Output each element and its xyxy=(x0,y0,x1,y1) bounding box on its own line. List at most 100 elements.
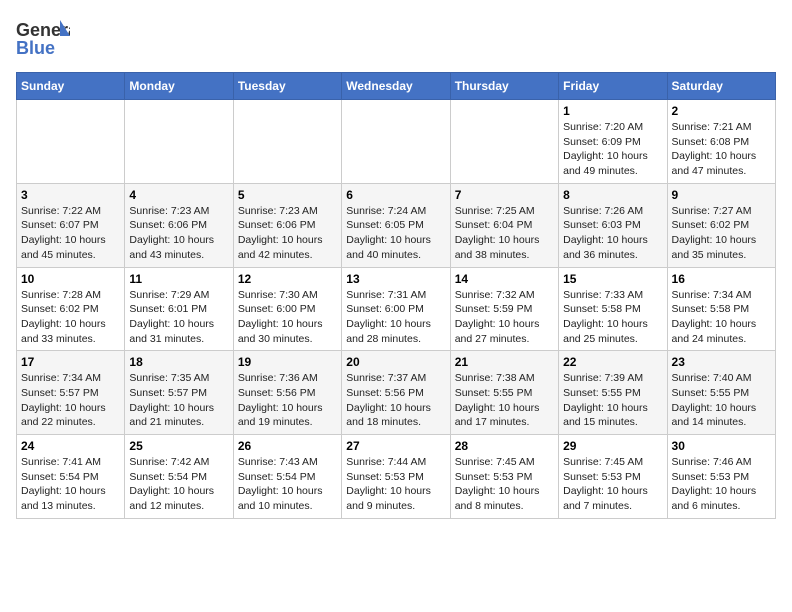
calendar-cell: 9 Sunrise: 7:27 AM Sunset: 6:02 PM Daylig… xyxy=(667,183,775,267)
day-info: Sunrise: 7:24 AM Sunset: 6:05 PM Dayligh… xyxy=(346,204,445,263)
calendar-cell: 25 Sunrise: 7:42 AM Sunset: 5:54 PM Dayli… xyxy=(125,435,233,519)
day-info: Sunrise: 7:34 AM Sunset: 5:57 PM Dayligh… xyxy=(21,371,120,430)
calendar-cell: 26 Sunrise: 7:43 AM Sunset: 5:54 PM Dayli… xyxy=(233,435,341,519)
calendar-cell: 13 Sunrise: 7:31 AM Sunset: 6:00 PM Dayli… xyxy=(342,267,450,351)
day-info: Sunrise: 7:36 AM Sunset: 5:56 PM Dayligh… xyxy=(238,371,337,430)
day-info: Sunrise: 7:29 AM Sunset: 6:01 PM Dayligh… xyxy=(129,288,228,347)
day-number: 22 xyxy=(563,355,662,369)
day-number: 12 xyxy=(238,272,337,286)
day-info: Sunrise: 7:20 AM Sunset: 6:09 PM Dayligh… xyxy=(563,120,662,179)
logo: General Blue xyxy=(16,16,70,60)
day-number: 8 xyxy=(563,188,662,202)
calendar-cell: 27 Sunrise: 7:44 AM Sunset: 5:53 PM Dayli… xyxy=(342,435,450,519)
calendar-cell xyxy=(342,100,450,184)
calendar-day-header: Tuesday xyxy=(233,73,341,100)
calendar-day-header: Friday xyxy=(559,73,667,100)
day-info: Sunrise: 7:46 AM Sunset: 5:53 PM Dayligh… xyxy=(672,455,771,514)
calendar-cell xyxy=(17,100,125,184)
calendar-cell: 8 Sunrise: 7:26 AM Sunset: 6:03 PM Daylig… xyxy=(559,183,667,267)
page-header: General Blue xyxy=(16,16,776,60)
calendar-cell xyxy=(450,100,558,184)
day-number: 23 xyxy=(672,355,771,369)
day-info: Sunrise: 7:37 AM Sunset: 5:56 PM Dayligh… xyxy=(346,371,445,430)
calendar-cell: 20Sunrise: 7:37 AM Sunset: 5:56 PM Dayli… xyxy=(342,351,450,435)
calendar-cell: 29 Sunrise: 7:45 AM Sunset: 5:53 PM Dayli… xyxy=(559,435,667,519)
day-number: 13 xyxy=(346,272,445,286)
calendar-week-row: 3 Sunrise: 7:22 AM Sunset: 6:07 PM Daylig… xyxy=(17,183,776,267)
calendar-cell: 2 Sunrise: 7:21 AM Sunset: 6:08 PM Daylig… xyxy=(667,100,775,184)
day-number: 4 xyxy=(129,188,228,202)
calendar-cell: 5Sunrise: 7:23 AM Sunset: 6:06 PM Daylig… xyxy=(233,183,341,267)
day-info: Sunrise: 7:33 AM Sunset: 5:58 PM Dayligh… xyxy=(563,288,662,347)
day-info: Sunrise: 7:42 AM Sunset: 5:54 PM Dayligh… xyxy=(129,455,228,514)
calendar-cell: 24Sunrise: 7:41 AM Sunset: 5:54 PM Dayli… xyxy=(17,435,125,519)
day-number: 1 xyxy=(563,104,662,118)
calendar-cell: 12 Sunrise: 7:30 AM Sunset: 6:00 PM Dayli… xyxy=(233,267,341,351)
calendar-cell xyxy=(233,100,341,184)
day-number: 14 xyxy=(455,272,554,286)
day-number: 26 xyxy=(238,439,337,453)
calendar-cell: 30 Sunrise: 7:46 AM Sunset: 5:53 PM Dayli… xyxy=(667,435,775,519)
day-number: 6 xyxy=(346,188,445,202)
day-info: Sunrise: 7:27 AM Sunset: 6:02 PM Dayligh… xyxy=(672,204,771,263)
calendar-cell: 18 Sunrise: 7:35 AM Sunset: 5:57 PM Dayli… xyxy=(125,351,233,435)
day-number: 7 xyxy=(455,188,554,202)
calendar-cell: 11 Sunrise: 7:29 AM Sunset: 6:01 PM Dayli… xyxy=(125,267,233,351)
day-info: Sunrise: 7:45 AM Sunset: 5:53 PM Dayligh… xyxy=(455,455,554,514)
day-number: 30 xyxy=(672,439,771,453)
calendar-cell: 16 Sunrise: 7:34 AM Sunset: 5:58 PM Dayli… xyxy=(667,267,775,351)
calendar-cell: 21 Sunrise: 7:38 AM Sunset: 5:55 PM Dayli… xyxy=(450,351,558,435)
day-info: Sunrise: 7:44 AM Sunset: 5:53 PM Dayligh… xyxy=(346,455,445,514)
calendar-day-header: Monday xyxy=(125,73,233,100)
calendar-day-header: Wednesday xyxy=(342,73,450,100)
calendar-cell: 17 Sunrise: 7:34 AM Sunset: 5:57 PM Dayli… xyxy=(17,351,125,435)
day-info: Sunrise: 7:30 AM Sunset: 6:00 PM Dayligh… xyxy=(238,288,337,347)
calendar-cell: 22 Sunrise: 7:39 AM Sunset: 5:55 PM Dayli… xyxy=(559,351,667,435)
day-number: 19 xyxy=(238,355,337,369)
day-info: Sunrise: 7:38 AM Sunset: 5:55 PM Dayligh… xyxy=(455,371,554,430)
day-info: Sunrise: 7:22 AM Sunset: 6:07 PM Dayligh… xyxy=(21,204,120,263)
day-info: Sunrise: 7:39 AM Sunset: 5:55 PM Dayligh… xyxy=(563,371,662,430)
day-number: 3 xyxy=(21,188,120,202)
calendar-day-header: Thursday xyxy=(450,73,558,100)
calendar-cell: 15 Sunrise: 7:33 AM Sunset: 5:58 PM Dayli… xyxy=(559,267,667,351)
calendar-header-row: SundayMondayTuesdayWednesdayThursdayFrid… xyxy=(17,73,776,100)
day-number: 17 xyxy=(21,355,120,369)
day-info: Sunrise: 7:25 AM Sunset: 6:04 PM Dayligh… xyxy=(455,204,554,263)
svg-text:Blue: Blue xyxy=(16,38,55,58)
day-number: 16 xyxy=(672,272,771,286)
calendar-cell: 14Sunrise: 7:32 AM Sunset: 5:59 PM Dayli… xyxy=(450,267,558,351)
calendar-cell: 3 Sunrise: 7:22 AM Sunset: 6:07 PM Daylig… xyxy=(17,183,125,267)
day-info: Sunrise: 7:23 AM Sunset: 6:06 PM Dayligh… xyxy=(129,204,228,263)
calendar-cell: 23 Sunrise: 7:40 AM Sunset: 5:55 PM Dayli… xyxy=(667,351,775,435)
day-info: Sunrise: 7:41 AM Sunset: 5:54 PM Dayligh… xyxy=(21,455,120,514)
calendar-cell: 28 Sunrise: 7:45 AM Sunset: 5:53 PM Dayli… xyxy=(450,435,558,519)
day-info: Sunrise: 7:34 AM Sunset: 5:58 PM Dayligh… xyxy=(672,288,771,347)
day-number: 15 xyxy=(563,272,662,286)
day-number: 27 xyxy=(346,439,445,453)
day-info: Sunrise: 7:35 AM Sunset: 5:57 PM Dayligh… xyxy=(129,371,228,430)
day-number: 18 xyxy=(129,355,228,369)
calendar-day-header: Sunday xyxy=(17,73,125,100)
day-info: Sunrise: 7:26 AM Sunset: 6:03 PM Dayligh… xyxy=(563,204,662,263)
day-number: 11 xyxy=(129,272,228,286)
day-number: 21 xyxy=(455,355,554,369)
day-number: 25 xyxy=(129,439,228,453)
calendar-week-row: 17 Sunrise: 7:34 AM Sunset: 5:57 PM Dayli… xyxy=(17,351,776,435)
calendar-cell: 10Sunrise: 7:28 AM Sunset: 6:02 PM Dayli… xyxy=(17,267,125,351)
day-number: 9 xyxy=(672,188,771,202)
day-info: Sunrise: 7:31 AM Sunset: 6:00 PM Dayligh… xyxy=(346,288,445,347)
day-number: 29 xyxy=(563,439,662,453)
day-info: Sunrise: 7:40 AM Sunset: 5:55 PM Dayligh… xyxy=(672,371,771,430)
day-info: Sunrise: 7:28 AM Sunset: 6:02 PM Dayligh… xyxy=(21,288,120,347)
calendar-cell: 1 Sunrise: 7:20 AM Sunset: 6:09 PM Daylig… xyxy=(559,100,667,184)
day-number: 2 xyxy=(672,104,771,118)
day-info: Sunrise: 7:45 AM Sunset: 5:53 PM Dayligh… xyxy=(563,455,662,514)
logo-icon: General Blue xyxy=(16,16,70,60)
day-info: Sunrise: 7:43 AM Sunset: 5:54 PM Dayligh… xyxy=(238,455,337,514)
day-info: Sunrise: 7:23 AM Sunset: 6:06 PM Dayligh… xyxy=(238,204,337,263)
day-number: 28 xyxy=(455,439,554,453)
calendar-table: SundayMondayTuesdayWednesdayThursdayFrid… xyxy=(16,72,776,519)
calendar-day-header: Saturday xyxy=(667,73,775,100)
day-info: Sunrise: 7:21 AM Sunset: 6:08 PM Dayligh… xyxy=(672,120,771,179)
